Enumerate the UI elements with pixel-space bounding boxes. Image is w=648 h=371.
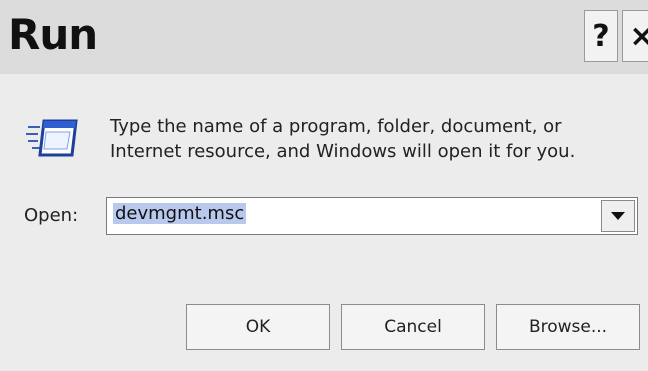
window-title: Run bbox=[8, 10, 98, 59]
prompt-text: Type the name of a program, folder, docu… bbox=[110, 114, 630, 164]
open-input[interactable]: devmgmt.msc bbox=[113, 203, 247, 224]
open-combobox[interactable]: devmgmt.msc bbox=[106, 197, 638, 235]
chevron-down-icon bbox=[611, 211, 625, 220]
run-dialog: Run ? × Type the name of a program, fold… bbox=[0, 0, 648, 371]
help-button[interactable]: ? bbox=[584, 10, 618, 62]
browse-button[interactable]: Browse... bbox=[496, 304, 640, 350]
open-label: Open: bbox=[24, 205, 79, 226]
dropdown-button[interactable] bbox=[601, 200, 635, 232]
ok-button[interactable]: OK bbox=[186, 304, 330, 350]
title-bar[interactable]: Run ? × bbox=[0, 0, 648, 74]
prompt-line-1: Type the name of a program, folder, docu… bbox=[110, 116, 562, 137]
cancel-button[interactable]: Cancel bbox=[341, 304, 485, 350]
close-button[interactable]: × bbox=[622, 10, 648, 62]
run-window-icon bbox=[26, 119, 78, 157]
prompt-line-2: Internet resource, and Windows will open… bbox=[110, 141, 576, 162]
